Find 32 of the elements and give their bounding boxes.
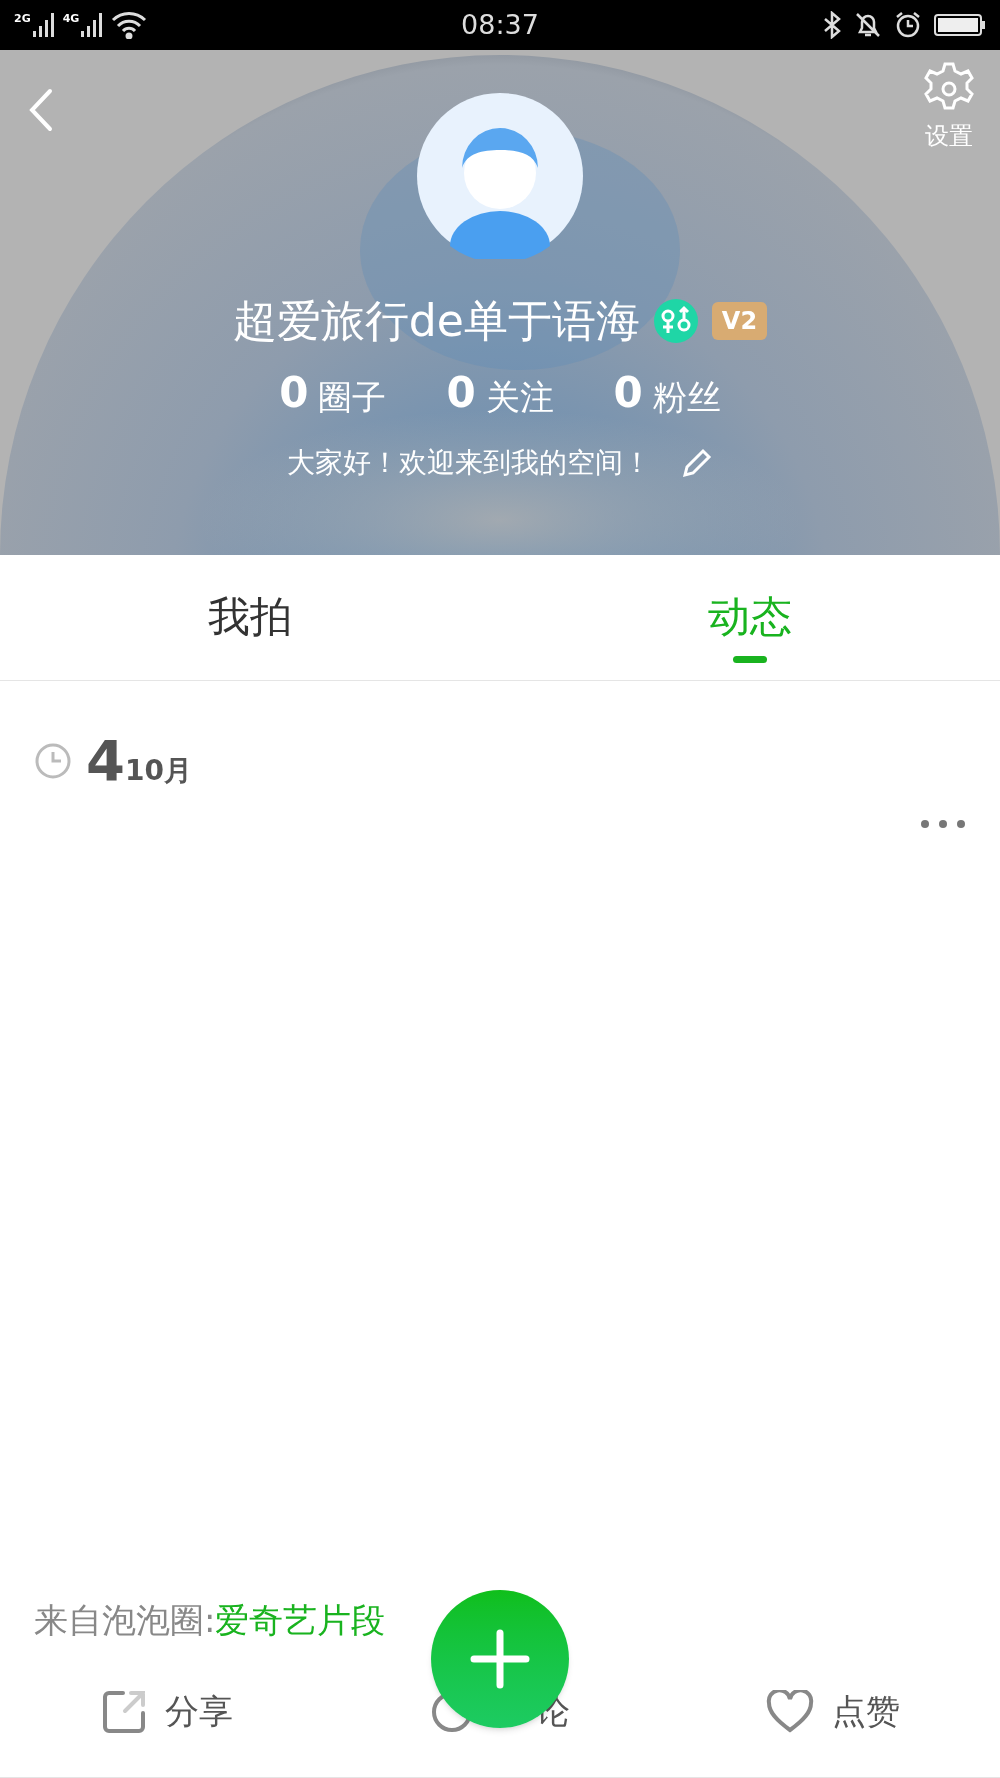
- battery-icon: [934, 13, 986, 37]
- stat-label: 圈子: [318, 380, 387, 414]
- clock-icon: [34, 742, 72, 780]
- clock-time: 08:37: [461, 7, 539, 42]
- post-month: 10月: [124, 757, 192, 785]
- stat-count: 0: [613, 372, 643, 414]
- bell-muted-icon: [854, 11, 882, 39]
- stat-count: 0: [279, 372, 309, 414]
- bio-text: 大家好！欢迎来到我的空间！: [287, 445, 651, 481]
- like-button[interactable]: 点赞: [666, 1646, 1000, 1777]
- signal-icon: [32, 13, 55, 37]
- share-button[interactable]: 分享: [0, 1646, 334, 1777]
- wifi-icon: [111, 11, 148, 39]
- post-source: 来自泡泡圈:爱奇艺片段: [34, 1599, 387, 1642]
- signal-icon: [81, 13, 104, 37]
- username: 超爱旅行de单于语海: [232, 294, 640, 348]
- network-label: 4G: [62, 13, 80, 24]
- pencil-icon[interactable]: [681, 447, 713, 479]
- heart-icon: [766, 1689, 815, 1734]
- more-icon[interactable]: [920, 819, 966, 829]
- stat-label: 关注: [485, 380, 554, 414]
- tab[interactable]: 我拍: [0, 555, 500, 680]
- level-badge: V2: [711, 301, 768, 340]
- stat-label: 粉丝: [652, 380, 721, 414]
- share-icon: [100, 1688, 147, 1735]
- gender-icon: [653, 298, 698, 343]
- alarm-icon: [894, 11, 922, 39]
- network-label: 2G: [14, 13, 31, 24]
- bluetooth-icon: [822, 11, 842, 39]
- stat-count: 0: [446, 372, 476, 414]
- post-day: 4: [86, 733, 125, 789]
- plus-icon: [470, 1629, 530, 1689]
